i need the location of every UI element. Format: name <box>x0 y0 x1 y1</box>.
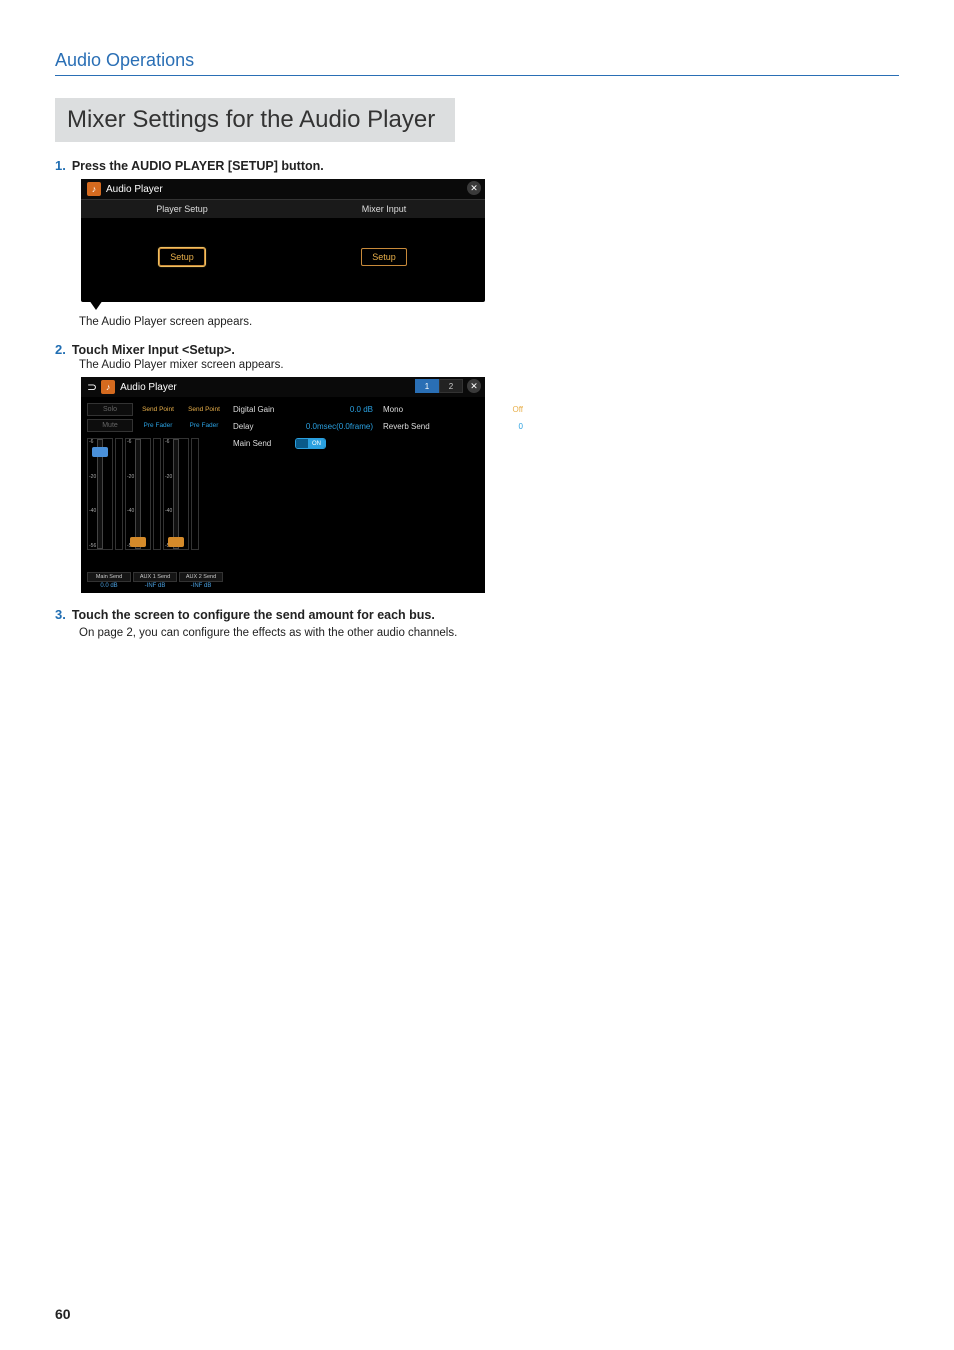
tab-player-setup: Player Setup <box>81 199 283 218</box>
step-1: 1. Press the AUDIO PLAYER [SETUP] button… <box>55 158 899 328</box>
main-send-fader[interactable]: -6 -20 -40 -56 <box>87 438 113 550</box>
window-title: Audio Player <box>106 184 163 195</box>
meter-aux1 <box>153 438 161 550</box>
scale-tick: -20 <box>89 474 96 480</box>
music-icon: ♪ <box>101 380 115 394</box>
main-send-value: 0.0 dB <box>87 583 131 589</box>
step-2: 2. Touch Mixer Input <Setup>. The Audio … <box>55 342 899 593</box>
scale-tick: -56 <box>89 543 96 549</box>
close-icon[interactable]: ✕ <box>467 181 481 195</box>
step-2-sub: The Audio Player mixer screen appears. <box>79 359 899 371</box>
fader-knob[interactable] <box>130 537 146 547</box>
param-delay-value[interactable]: 0.0msec(0.0frame) <box>269 422 383 431</box>
mixer-titlebar: ⊃ ♪ Audio Player 1 2 ✕ <box>81 377 485 397</box>
send-point-label-2: Send Point <box>183 406 225 413</box>
step-1-result: The Audio Player screen appears. <box>79 316 899 328</box>
screenshot-mixer: ⊃ ♪ Audio Player 1 2 ✕ Solo Send Point S… <box>81 377 485 593</box>
step-num-3: 3. <box>55 607 66 622</box>
param-mono-label: Mono <box>383 405 445 414</box>
scale-tick: -40 <box>89 508 96 514</box>
step-num-1: 1. <box>55 158 66 173</box>
mute-button[interactable]: Mute <box>87 419 133 432</box>
aux2-send-label: AUX 2 Send <box>179 572 223 582</box>
window-titlebar: ♪ Audio Player ✕ <box>81 179 485 199</box>
param-digital-gain-label: Digital Gain <box>233 405 295 414</box>
param-mono-value[interactable]: Off <box>445 405 533 414</box>
page-number: 60 <box>55 1306 71 1322</box>
step-3: 3. Touch the screen to configure the sen… <box>55 607 899 641</box>
callout-pointer <box>89 300 103 310</box>
aux1-send-label: AUX 1 Send <box>133 572 177 582</box>
step-text-1: Press the AUDIO PLAYER [SETUP] button. <box>72 159 324 173</box>
scale-tick: -40 <box>127 508 134 514</box>
toggle-on-label: ON <box>308 438 325 449</box>
solo-button[interactable]: Solo <box>87 403 133 416</box>
page-tab-2[interactable]: 2 <box>439 379 463 393</box>
pre-fader-label-1[interactable]: Pre Fader <box>137 422 179 429</box>
back-icon[interactable]: ⊃ <box>87 380 97 394</box>
aux1-send-value: -INF dB <box>133 583 177 589</box>
param-digital-gain-value[interactable]: 0.0 dB <box>295 405 383 414</box>
section-header: Audio Operations <box>55 50 899 76</box>
page-title: Mixer Settings for the Audio Player <box>55 98 455 142</box>
send-point-label-1: Send Point <box>137 406 179 413</box>
step-3-sub: On page 2, you can configure the effects… <box>79 625 899 641</box>
fader-knob[interactable] <box>92 447 108 457</box>
step-num-2: 2. <box>55 342 66 357</box>
step-text-3: Touch the screen to configure the send a… <box>72 608 435 622</box>
page-tab-1[interactable]: 1 <box>415 379 439 393</box>
close-icon[interactable]: ✕ <box>467 379 481 393</box>
param-delay-label: Delay <box>233 422 269 431</box>
tab-mixer-input: Mixer Input <box>283 199 485 218</box>
music-icon: ♪ <box>87 182 101 196</box>
main-send-label: Main Send <box>87 572 131 582</box>
fader-knob[interactable] <box>168 537 184 547</box>
aux2-send-value: -INF dB <box>179 583 223 589</box>
aux2-send-fader[interactable]: -6 -20 -40 -56 <box>163 438 189 550</box>
step-text-2: Touch Mixer Input <Setup>. <box>72 343 235 357</box>
scale-tick: -6 <box>127 439 134 445</box>
meter-aux2 <box>191 438 199 550</box>
aux1-send-fader[interactable]: -6 -20 -40 -56 <box>125 438 151 550</box>
screenshot-audio-player: ♪ Audio Player ✕ Player Setup Mixer Inpu… <box>81 179 485 302</box>
param-reverb-value[interactable]: 0 <box>445 422 533 431</box>
player-setup-button[interactable]: Setup <box>159 248 205 266</box>
mixer-window-title: Audio Player <box>120 382 177 393</box>
meter-main <box>115 438 123 550</box>
scale-tick: -6 <box>165 439 172 445</box>
scale-tick: -6 <box>89 439 96 445</box>
scale-tick: -20 <box>127 474 134 480</box>
mixer-input-setup-button[interactable]: Setup <box>361 248 407 266</box>
scale-tick: -40 <box>165 508 172 514</box>
param-mainsend-label: Main Send <box>233 439 295 448</box>
scale-tick: -20 <box>165 474 172 480</box>
param-reverb-label: Reverb Send <box>383 422 445 431</box>
main-send-toggle[interactable]: ON <box>295 438 326 449</box>
pre-fader-label-2[interactable]: Pre Fader <box>183 422 225 429</box>
